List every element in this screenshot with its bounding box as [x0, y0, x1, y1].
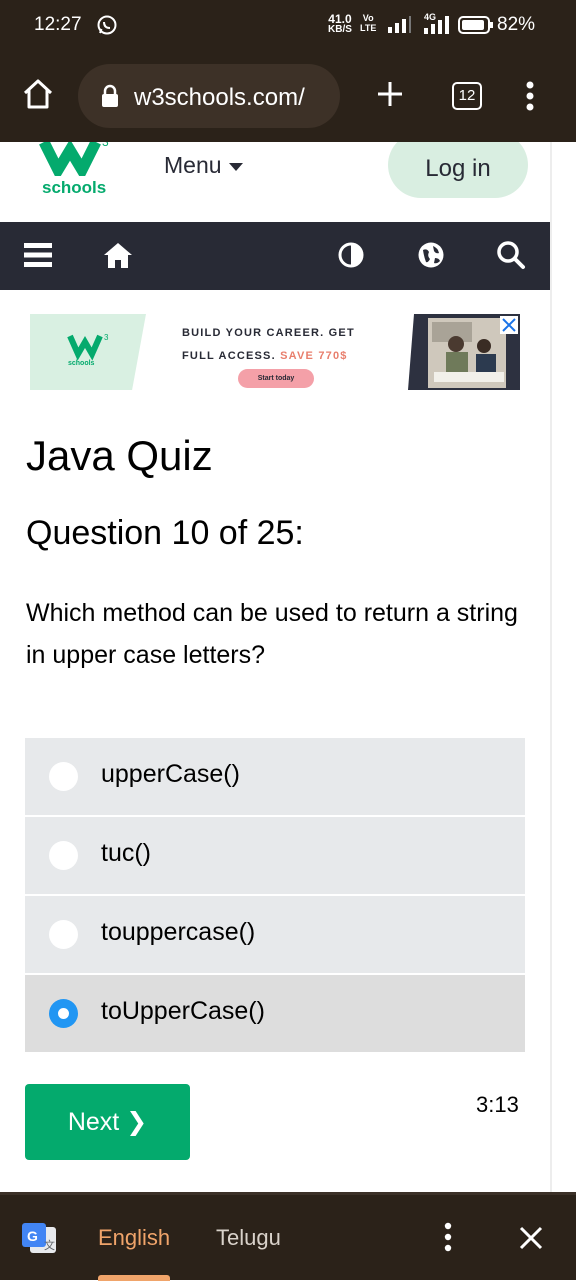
new-tab-button[interactable]: [372, 76, 408, 116]
more-vertical-icon[interactable]: [440, 1221, 456, 1258]
radio-button[interactable]: [49, 920, 78, 949]
browser-menu-button[interactable]: [518, 78, 542, 118]
globe-icon[interactable]: [416, 240, 446, 275]
volte-bottom: LTE: [360, 23, 377, 33]
radio-button[interactable]: [49, 762, 78, 791]
lock-icon: [100, 84, 120, 113]
answer-options: upperCase() tuc() touppercase() toUpperC…: [25, 738, 525, 1054]
w3-logo-icon: 3: [67, 333, 109, 361]
signal-icon: [386, 16, 412, 39]
ad-line-1: BUILD YOUR CAREER. GET: [182, 327, 355, 339]
status-time: 12:27: [34, 14, 82, 35]
google-translate-icon: G文: [20, 1221, 58, 1260]
page-edge: [550, 142, 552, 1192]
network-speed: 41.0 KB/S: [328, 13, 352, 35]
option-label: upperCase(): [101, 760, 240, 788]
translate-bar: G文 English Telugu: [0, 1192, 576, 1281]
next-button[interactable]: Next ❯: [25, 1084, 190, 1160]
home-icon[interactable]: [102, 240, 134, 275]
ad-banner[interactable]: 3 schools BUILD YOUR CAREER. GET FULL AC…: [30, 314, 522, 392]
network-speed-unit: KB/S: [328, 24, 352, 35]
radio-button-checked[interactable]: [49, 999, 78, 1028]
whatsapp-icon: [96, 14, 118, 41]
hamburger-menu-icon[interactable]: [24, 240, 54, 275]
option-label: touppercase(): [101, 918, 256, 946]
selected-language-indicator: [98, 1275, 170, 1281]
volte-indicator: Vo LTE: [360, 13, 376, 33]
svg-text:3: 3: [102, 142, 109, 149]
quiz-title: Java Quiz: [26, 432, 213, 479]
option-label: tuc(): [101, 839, 151, 867]
question-heading: Question 10 of 25:: [26, 514, 304, 552]
answer-option[interactable]: touppercase(): [25, 896, 525, 973]
close-icon[interactable]: [518, 1225, 544, 1256]
browser-toolbar: w3schools.com/ 12: [0, 52, 576, 142]
ad-save-text: SAVE 770$: [280, 350, 348, 362]
answer-option[interactable]: upperCase(): [25, 738, 525, 815]
svg-text:3: 3: [104, 333, 109, 342]
w3-logo-icon: 3: [39, 142, 109, 176]
more-vertical-icon: [526, 81, 534, 111]
language-tab-english[interactable]: English: [98, 1225, 170, 1251]
home-button[interactable]: [20, 76, 60, 116]
theme-toggle-icon[interactable]: [336, 240, 366, 275]
plus-icon: [378, 82, 402, 106]
network-type-label: 4G: [424, 12, 437, 22]
login-button[interactable]: Log in: [388, 142, 528, 198]
web-page: 3 schools Menu Log in 3 schools BUILD YO…: [0, 142, 552, 1192]
ad-headline: BUILD YOUR CAREER. GET FULL ACCESS. SAVE…: [182, 322, 355, 368]
url-text: w3schools.com/: [134, 84, 305, 111]
radio-button[interactable]: [49, 841, 78, 870]
ad-line-2-prefix: FULL ACCESS.: [182, 350, 276, 362]
signal-4g-icon: 4G: [418, 12, 454, 41]
ad-close-icon[interactable]: [500, 316, 518, 334]
quiz-timer: 3:13: [476, 1092, 519, 1117]
svg-text:G: G: [27, 1228, 38, 1244]
logo-text: schools: [42, 178, 107, 197]
status-bar: 12:27 41.0 KB/S Vo LTE 4G 82%: [0, 0, 576, 52]
menu-label: Menu: [164, 152, 222, 178]
w3schools-logo[interactable]: 3: [36, 142, 126, 212]
search-icon[interactable]: [496, 240, 526, 275]
battery-icon: [458, 15, 494, 40]
ad-line-2: FULL ACCESS. SAVE 770$: [182, 345, 355, 368]
ad-logo-text: schools: [68, 360, 95, 367]
option-label: toUpperCase(): [101, 997, 265, 1025]
answer-option[interactable]: tuc(): [25, 817, 525, 894]
battery-percent: 82%: [497, 14, 536, 35]
address-bar[interactable]: w3schools.com/: [78, 64, 340, 128]
site-header: 3 schools Menu Log in: [0, 142, 552, 222]
answer-option-selected[interactable]: toUpperCase(): [25, 975, 525, 1052]
caret-down-icon: [228, 163, 243, 171]
nav-bar: [0, 222, 552, 290]
svg-text:文: 文: [44, 1238, 55, 1252]
question-text: Which method can be used to return a str…: [26, 599, 518, 669]
menu-button[interactable]: Menu: [164, 152, 244, 179]
ad-logo-panel: 3 schools: [30, 314, 146, 390]
language-tab-telugu[interactable]: Telugu: [216, 1225, 281, 1251]
tab-switcher-button[interactable]: 12: [452, 82, 482, 110]
home-icon: [23, 79, 53, 109]
volte-top: Vo: [362, 13, 374, 23]
ad-cta-button[interactable]: Start today: [238, 369, 314, 388]
